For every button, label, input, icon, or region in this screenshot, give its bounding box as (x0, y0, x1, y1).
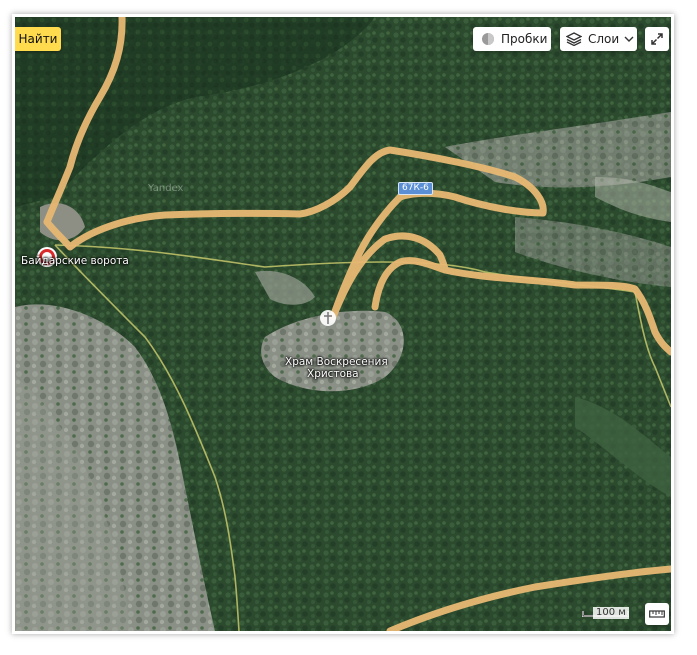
find-button[interactable]: Найти (15, 27, 61, 51)
fullscreen-button[interactable] (645, 27, 669, 51)
church-label-line1: Храм Воскресения (285, 356, 388, 368)
scale-label: 100 м (593, 607, 629, 619)
map-view[interactable]: Yandex 67К-6 Байдарские ворота Храм Воск… (15, 17, 671, 631)
traffic-button[interactable]: Пробки (473, 27, 551, 51)
chevron-down-icon (624, 36, 634, 43)
church-icon[interactable] (320, 310, 336, 326)
layers-button[interactable]: Слои (560, 27, 637, 51)
ruler-icon (649, 609, 665, 619)
traffic-icon (481, 32, 495, 46)
place-label-baydar-gate[interactable]: Байдарские ворота (21, 255, 129, 267)
satellite-imagery[interactable] (15, 17, 671, 631)
layers-icon (566, 32, 582, 46)
church-label-line2: Христова (307, 368, 359, 380)
map-watermark: Yandex (148, 183, 184, 194)
traffic-label: Пробки (501, 32, 548, 46)
place-label-church[interactable]: Храм Воскресения (285, 356, 388, 368)
road-number-label: 67К-6 (398, 182, 433, 195)
expand-icon (650, 32, 664, 46)
ruler-button[interactable] (645, 603, 669, 625)
layers-label: Слои (588, 32, 620, 46)
